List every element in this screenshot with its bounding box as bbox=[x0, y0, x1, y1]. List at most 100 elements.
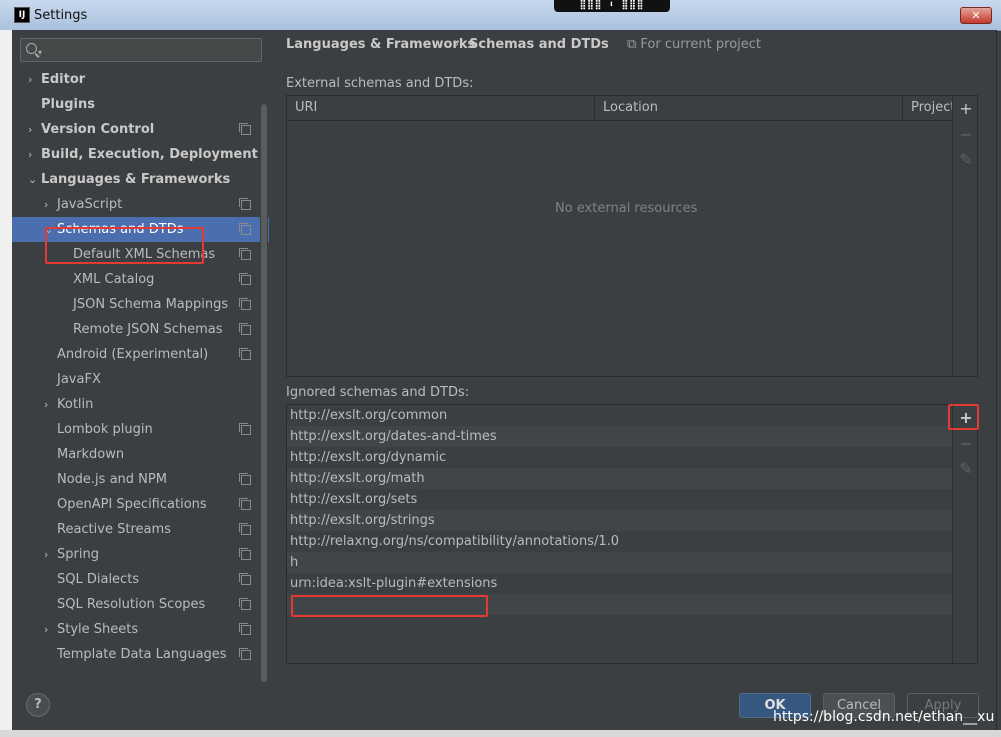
project-scope-icon bbox=[239, 573, 251, 585]
sidebar-item-label: Languages & Frameworks bbox=[41, 172, 231, 187]
project-scope-icon bbox=[239, 248, 251, 260]
sidebar-item-label: JSON Schema Mappings bbox=[73, 297, 229, 312]
sidebar-item[interactable]: Reactive Streams bbox=[12, 517, 269, 542]
sidebar-item-label: XML Catalog bbox=[73, 272, 155, 287]
project-scope-icon bbox=[239, 598, 251, 610]
edit-external-button[interactable]: ✎ bbox=[959, 152, 973, 168]
external-schemas-table: URI Location Project No external resourc… bbox=[286, 95, 978, 377]
list-item[interactable]: http://exslt.org/strings bbox=[287, 510, 952, 531]
highlight-selected-item bbox=[45, 227, 204, 264]
sidebar-item[interactable]: XML Catalog bbox=[12, 267, 269, 292]
chevron-right-icon[interactable]: › bbox=[28, 142, 32, 167]
breadcrumb-current: Schemas and DTDs bbox=[469, 37, 609, 52]
chevron-right-icon[interactable]: › bbox=[44, 192, 48, 217]
sidebar-item[interactable]: OpenAPI Specifications bbox=[12, 492, 269, 517]
chevron-down-icon[interactable]: ⌄ bbox=[28, 167, 37, 192]
sidebar-item[interactable]: JavaFX bbox=[12, 367, 269, 392]
chevron-right-icon[interactable]: › bbox=[44, 542, 48, 567]
add-external-button[interactable]: + bbox=[959, 101, 973, 117]
list-item[interactable]: http://exslt.org/math bbox=[287, 468, 952, 489]
sidebar-item[interactable]: › Kotlin bbox=[12, 392, 269, 417]
empty-message: No external resources bbox=[555, 201, 698, 216]
watermark: https://blog.csdn.net/ethan__xu bbox=[773, 709, 995, 725]
ignored-schemas-label: Ignored schemas and DTDs: bbox=[286, 385, 470, 400]
scope-note: ⧉ For current project bbox=[627, 37, 762, 52]
column-project[interactable]: Project bbox=[903, 96, 955, 120]
sidebar-item[interactable]: Lombok plugin bbox=[12, 417, 269, 442]
breadcrumb-separator-icon: › bbox=[454, 37, 460, 52]
list-item[interactable]: http://relaxng.org/ns/compatibility/anno… bbox=[287, 531, 952, 552]
window-title: Settings bbox=[34, 8, 88, 23]
help-button[interactable]: ? bbox=[26, 693, 50, 717]
sidebar-item-label: Template Data Languages bbox=[57, 647, 227, 662]
sidebar-item[interactable]: SQL Resolution Scopes bbox=[12, 592, 269, 617]
chevron-right-icon[interactable]: › bbox=[44, 392, 48, 417]
project-scope-icon bbox=[239, 498, 251, 510]
list-item[interactable]: http://exslt.org/dynamic bbox=[287, 447, 952, 468]
search-input[interactable]: ▾ bbox=[20, 38, 262, 62]
window-title-bar[interactable]: IJ Settings ✕ bbox=[0, 0, 1001, 31]
settings-sidebar: ▾ › Editor Plugins › Version Control › Build, … bbox=[12, 30, 269, 682]
project-scope-icon bbox=[239, 473, 251, 485]
sidebar-item-label: Reactive Streams bbox=[57, 522, 171, 537]
sidebar-item-label: Style Sheets bbox=[57, 622, 139, 637]
scrollbar-thumb[interactable] bbox=[261, 104, 267, 682]
sidebar-item-label: Lombok plugin bbox=[57, 422, 153, 437]
sidebar-item[interactable]: › Spring bbox=[12, 542, 269, 567]
sidebar-item[interactable]: › Style Sheets bbox=[12, 617, 269, 642]
external-schemas-label: External schemas and DTDs: bbox=[286, 76, 474, 91]
ignored-list: http://exslt.org/common http://exslt.org/… bbox=[287, 405, 952, 615]
sidebar-item-label: JavaScript bbox=[57, 197, 123, 212]
list-item[interactable]: h bbox=[287, 552, 952, 573]
chevron-right-icon[interactable]: › bbox=[28, 67, 32, 92]
chevron-right-icon[interactable]: › bbox=[44, 617, 48, 642]
background-window-edge bbox=[0, 30, 12, 737]
sidebar-item-label: OpenAPI Specifications bbox=[57, 497, 207, 512]
sidebar-item[interactable]: ⌄ Languages & Frameworks bbox=[12, 167, 269, 192]
sidebar-item[interactable]: Android (Experimental) bbox=[12, 342, 269, 367]
highlight-new-entry bbox=[291, 595, 488, 617]
remove-external-button[interactable]: − bbox=[959, 127, 973, 143]
sidebar-item-label: Android (Experimental) bbox=[57, 347, 209, 362]
sidebar-item[interactable]: Template Data Languages bbox=[12, 642, 269, 667]
search-icon bbox=[26, 43, 37, 54]
column-uri[interactable]: URI bbox=[287, 96, 595, 120]
sidebar-item[interactable]: Node.js and NPM bbox=[12, 467, 269, 492]
sidebar-item-label: Build, Execution, Deployment bbox=[41, 147, 258, 162]
project-scope-icon bbox=[239, 348, 251, 360]
highlight-add-button bbox=[948, 404, 979, 430]
settings-tree: › Editor Plugins › Version Control › Build, Ex… bbox=[12, 67, 269, 667]
search-dropdown-icon[interactable]: ▾ bbox=[38, 48, 42, 57]
sidebar-item-label: Spring bbox=[57, 547, 99, 562]
list-item[interactable]: http://exslt.org/common bbox=[287, 405, 952, 426]
chevron-right-icon[interactable]: › bbox=[28, 117, 32, 142]
sidebar-item-label: SQL Dialects bbox=[57, 572, 140, 587]
sidebar-item[interactable]: › Version Control bbox=[12, 117, 269, 142]
sidebar-item[interactable]: SQL Dialects bbox=[12, 567, 269, 592]
sidebar-item[interactable]: › Editor bbox=[12, 67, 269, 92]
remove-ignored-button[interactable]: − bbox=[959, 436, 973, 452]
sidebar-item[interactable]: › Build, Execution, Deployment bbox=[12, 142, 269, 167]
list-item[interactable]: http://exslt.org/sets bbox=[287, 489, 952, 510]
column-location[interactable]: Location bbox=[595, 96, 903, 120]
breadcrumb-parent[interactable]: Languages & Frameworks bbox=[286, 37, 475, 52]
sidebar-item-label: Markdown bbox=[57, 447, 125, 462]
external-table-body[interactable]: No external resources bbox=[287, 121, 952, 376]
close-button[interactable]: ✕ bbox=[960, 7, 992, 24]
ignored-toolbar: + − ✎ bbox=[952, 405, 977, 663]
sidebar-scrollbar[interactable] bbox=[260, 104, 268, 682]
project-scope-icon bbox=[239, 123, 251, 135]
list-item[interactable]: urn:idea:xslt-plugin#extensions bbox=[287, 573, 952, 594]
project-scope-icon bbox=[239, 423, 251, 435]
sidebar-item[interactable]: Markdown bbox=[12, 442, 269, 467]
sidebar-item-label: Kotlin bbox=[57, 397, 94, 412]
sidebar-item-label: Plugins bbox=[41, 97, 95, 112]
list-item[interactable]: http://exslt.org/dates-and-times bbox=[287, 426, 952, 447]
project-scope-icon bbox=[239, 223, 251, 235]
sidebar-item[interactable]: JSON Schema Mappings bbox=[12, 292, 269, 317]
app-icon: IJ bbox=[14, 7, 30, 23]
sidebar-item[interactable]: Plugins bbox=[12, 92, 269, 117]
edit-ignored-button[interactable]: ✎ bbox=[959, 461, 973, 477]
sidebar-item[interactable]: Remote JSON Schemas bbox=[12, 317, 269, 342]
sidebar-item[interactable]: › JavaScript bbox=[12, 192, 269, 217]
